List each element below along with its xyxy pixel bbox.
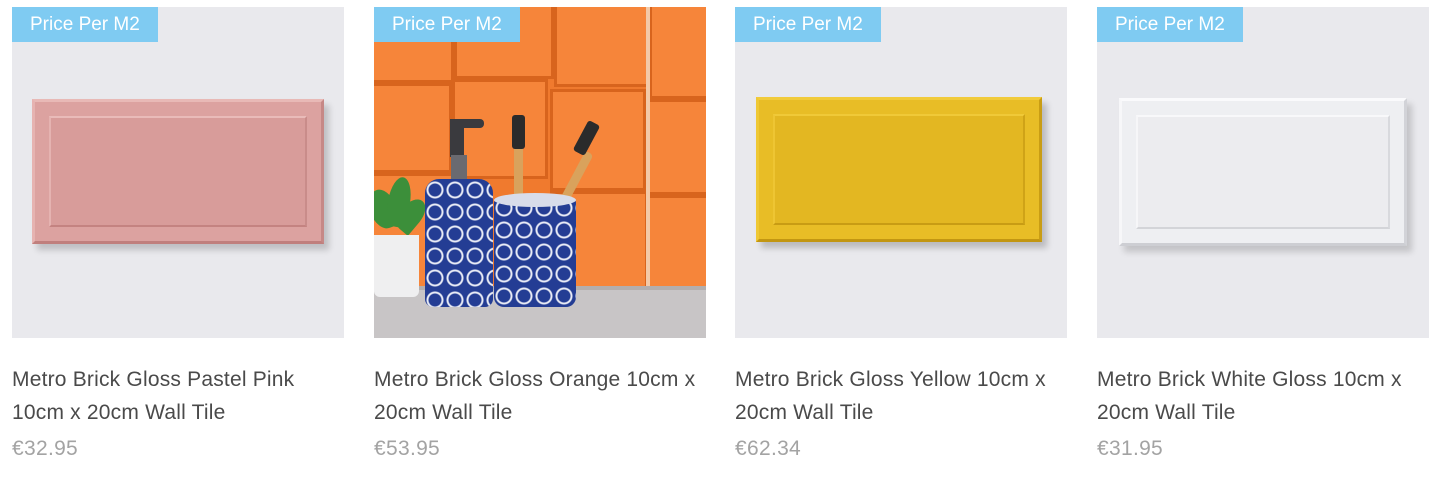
- product-price: €32.95: [12, 437, 79, 460]
- toothbrush-cup: [494, 197, 576, 307]
- product-image-yellow[interactable]: Price Per M2: [735, 7, 1067, 338]
- orange-tile: [646, 99, 706, 195]
- price-per-m2-badge: Price Per M2: [12, 7, 158, 42]
- product-title[interactable]: Metro Brick Gloss Pastel Pink 10cm x 20c…: [12, 363, 344, 429]
- product-price: €31.95: [1097, 437, 1164, 460]
- product-title[interactable]: Metro Brick White Gloss 10cm x 20cm Wall…: [1097, 363, 1429, 429]
- product-card-white[interactable]: Price Per M2 Metro Brick White Gloss 10c…: [1097, 7, 1429, 477]
- tile-bevel: [1136, 115, 1390, 229]
- orange-tile: [649, 7, 706, 99]
- plant-pot: [374, 235, 419, 297]
- product-card-orange[interactable]: Price Per M2 Metro Brick Gloss Orange 10…: [374, 7, 706, 477]
- pump-spout: [450, 119, 484, 128]
- product-card-pink[interactable]: Price Per M2 Metro Brick Gloss Pastel Pi…: [12, 7, 344, 477]
- pump-neck: [451, 155, 467, 181]
- bathroom-scene-image: [374, 7, 706, 338]
- product-image-orange[interactable]: Price Per M2: [374, 7, 706, 338]
- pink-tile-image: [32, 99, 324, 244]
- product-card-yellow[interactable]: Price Per M2 Metro Brick Gloss Yellow 10…: [735, 7, 1067, 477]
- orange-tile: [554, 7, 649, 87]
- price-per-m2-badge: Price Per M2: [1097, 7, 1243, 42]
- product-price: €62.34: [735, 437, 802, 460]
- product-image-pink[interactable]: Price Per M2: [12, 7, 344, 338]
- price-per-m2-badge: Price Per M2: [374, 7, 520, 42]
- orange-tile: [550, 89, 646, 191]
- yellow-tile-image: [756, 97, 1042, 242]
- tile-bevel: [49, 116, 307, 227]
- tile-bevel: [773, 114, 1025, 225]
- soap-dispenser: [425, 179, 493, 307]
- white-tile-image: [1119, 98, 1407, 246]
- product-title[interactable]: Metro Brick Gloss Orange 10cm x 20cm Wal…: [374, 363, 706, 429]
- cup-rim: [494, 193, 576, 207]
- product-title[interactable]: Metro Brick Gloss Yellow 10cm x 20cm Wal…: [735, 363, 1067, 429]
- orange-tile: [374, 83, 452, 173]
- product-image-white[interactable]: Price Per M2: [1097, 7, 1429, 338]
- tile-grout: [646, 7, 650, 297]
- orange-tile: [646, 195, 706, 295]
- product-grid: Price Per M2 Metro Brick Gloss Pastel Pi…: [0, 0, 1440, 486]
- toothbrush-bristles: [512, 115, 525, 149]
- product-price: €53.95: [374, 437, 441, 460]
- price-per-m2-badge: Price Per M2: [735, 7, 881, 42]
